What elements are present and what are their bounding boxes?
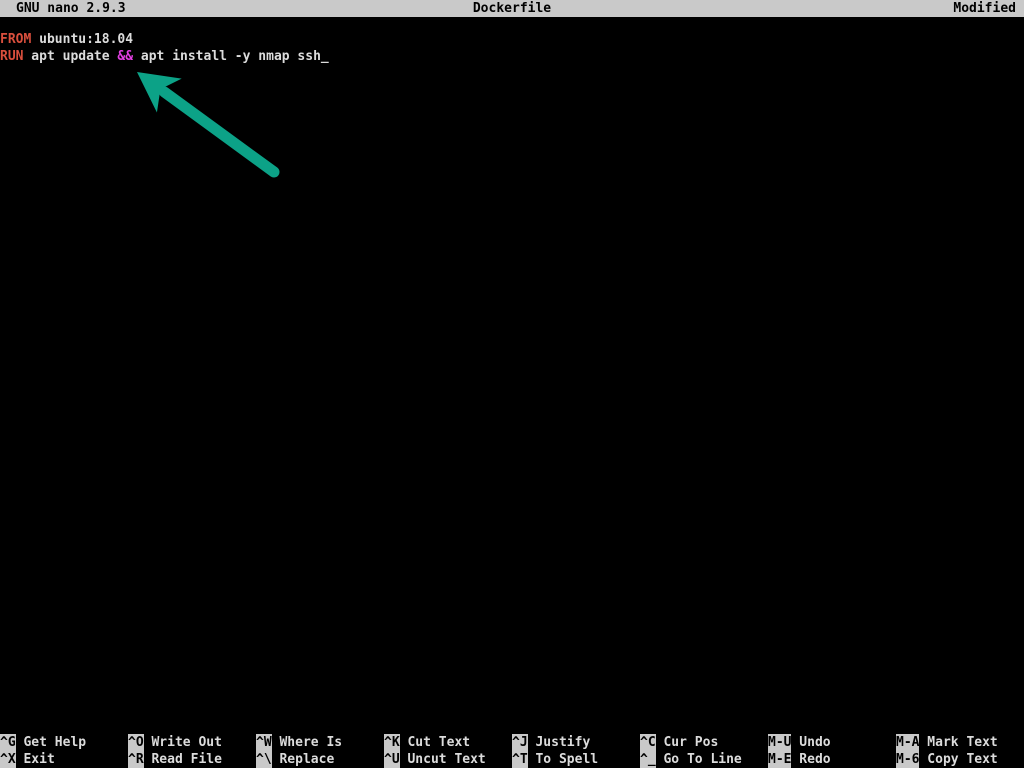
editor-text-area[interactable]: FROM ubuntu:18.04 RUN apt update && apt i… xyxy=(0,31,1024,721)
shortcut-label-undo: Undo xyxy=(791,735,831,750)
shortcut-exit[interactable]: ^X Exit xyxy=(0,751,55,768)
nano-terminal-screen: GNU nano 2.9.3 Dockerfile Modified FROM … xyxy=(0,0,1024,768)
shortcut-to-spell[interactable]: ^T To Spell xyxy=(512,751,598,768)
shortcut-key-where-is: ^W xyxy=(256,734,272,751)
shortcut-key-undo: M-U xyxy=(768,734,792,751)
shortcut-key-justify: ^J xyxy=(512,734,528,751)
code-line: RUN apt update && apt install -y nmap ss… xyxy=(0,48,1024,65)
help-column: M-A Mark Text M-6 Copy Text xyxy=(896,734,1024,768)
help-column: ^K Cut Text ^U Uncut Text xyxy=(384,734,512,768)
shortcut-key-cur-pos: ^C xyxy=(640,734,656,751)
code-token: && xyxy=(117,49,134,64)
shortcut-key-read-file: ^R xyxy=(128,751,144,768)
shortcut-key-mark-text: M-A xyxy=(896,734,920,751)
shortcut-label-uncut-text: Uncut Text xyxy=(399,752,486,767)
shortcut-label-read-file: Read File xyxy=(143,752,222,767)
shortcut-label-copy-text: Copy Text xyxy=(919,752,998,767)
shortcut-copy-text[interactable]: M-6 Copy Text xyxy=(896,751,998,768)
shortcut-write-out[interactable]: ^O Write Out xyxy=(128,734,222,751)
shortcut-key-get-help: ^G xyxy=(0,734,16,751)
titlebar: GNU nano 2.9.3 Dockerfile Modified xyxy=(0,0,1024,17)
shortcut-key-to-spell: ^T xyxy=(512,751,528,768)
shortcut-uncut-text[interactable]: ^U Uncut Text xyxy=(384,751,486,768)
code-token: apt install -y nmap ssh xyxy=(133,49,321,64)
help-column: ^C Cur Pos ^_ Go To Line xyxy=(640,734,768,768)
shortcut-get-help[interactable]: ^G Get Help xyxy=(0,734,86,751)
help-column: ^W Where Is ^\ Replace xyxy=(256,734,384,768)
modified-status-label: Modified xyxy=(953,1,1016,16)
shortcut-help-bar: ^G Get Help ^X Exit ^O Write Out ^R Read Fi… xyxy=(0,734,1024,768)
shortcut-label-where-is: Where Is xyxy=(271,735,343,750)
shortcut-key-go-to-line: ^_ xyxy=(640,751,656,768)
shortcut-label-write-out: Write Out xyxy=(143,735,222,750)
shortcut-label-exit: Exit xyxy=(15,752,55,767)
help-column: ^J Justify ^T To Spell xyxy=(512,734,640,768)
help-column: M-U Undo M-E Redo xyxy=(768,734,896,768)
shortcut-label-cur-pos: Cur Pos xyxy=(655,735,719,750)
shortcut-label-go-to-line: Go To Line xyxy=(655,752,742,767)
shortcut-justify[interactable]: ^J Justify xyxy=(512,734,590,751)
shortcut-label-justify: Justify xyxy=(527,735,591,750)
shortcut-label-replace: Replace xyxy=(271,752,335,767)
code-line: FROM ubuntu:18.04 xyxy=(0,31,1024,48)
help-column: ^O Write Out ^R Read File xyxy=(128,734,256,768)
shortcut-key-redo: M-E xyxy=(768,751,792,768)
shortcut-redo[interactable]: M-E Redo xyxy=(768,751,831,768)
shortcut-where-is[interactable]: ^W Where Is xyxy=(256,734,342,751)
shortcut-label-get-help: Get Help xyxy=(15,735,87,750)
text-cursor: _ xyxy=(320,49,329,64)
shortcut-key-replace: ^\ xyxy=(256,751,272,768)
shortcut-label-redo: Redo xyxy=(791,752,831,767)
code-token: FROM xyxy=(0,32,32,47)
code-token: apt update xyxy=(23,49,118,64)
shortcut-label-cut-text: Cut Text xyxy=(399,735,471,750)
shortcut-mark-text[interactable]: M-A Mark Text xyxy=(896,734,998,751)
shortcut-label-mark-text: Mark Text xyxy=(919,735,998,750)
shortcut-undo[interactable]: M-U Undo xyxy=(768,734,831,751)
shortcut-key-exit: ^X xyxy=(0,751,16,768)
shortcut-label-to-spell: To Spell xyxy=(527,752,599,767)
shortcut-go-to-line[interactable]: ^_ Go To Line xyxy=(640,751,742,768)
filename-label: Dockerfile xyxy=(472,1,552,16)
code-token: RUN xyxy=(0,49,24,64)
shortcut-read-file[interactable]: ^R Read File xyxy=(128,751,222,768)
shortcut-key-write-out: ^O xyxy=(128,734,144,751)
shortcut-key-cut-text: ^K xyxy=(384,734,400,751)
shortcut-cut-text[interactable]: ^K Cut Text xyxy=(384,734,470,751)
shortcut-replace[interactable]: ^\ Replace xyxy=(256,751,334,768)
shortcut-key-copy-text: M-6 xyxy=(896,751,920,768)
shortcut-key-uncut-text: ^U xyxy=(384,751,400,768)
code-token: ubuntu:18.04 xyxy=(31,32,134,47)
help-column: ^G Get Help ^X Exit xyxy=(0,734,128,768)
shortcut-cur-pos[interactable]: ^C Cur Pos xyxy=(640,734,718,751)
